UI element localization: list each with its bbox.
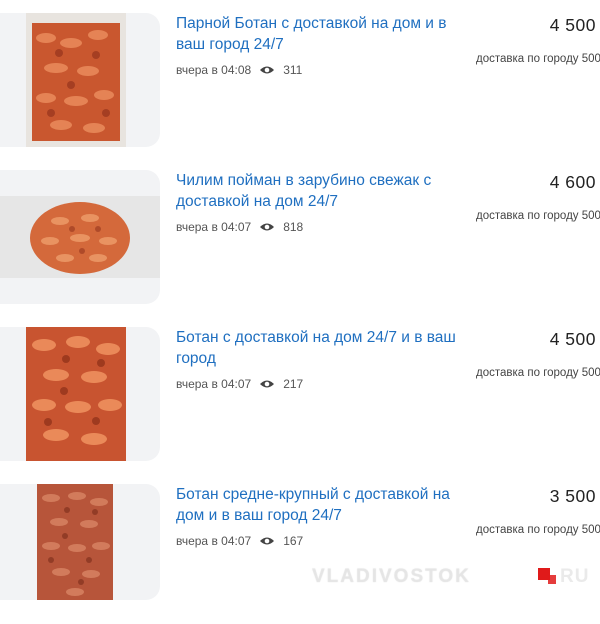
listing-time: вчера в 04:07 [176,377,252,391]
listing-photo-frame[interactable] [0,13,160,147]
listing-card[interactable]: Чилим пойман в зарубино свежак с доставк… [0,170,600,310]
listing-meta: вчера в 04:07 167 [176,534,303,548]
eye-icon [260,380,275,388]
listing-photo[interactable] [37,484,113,600]
listing-time: вчера в 04:07 [176,534,252,548]
watermark-suffix: RU [560,566,590,587]
listing-views: 311 [283,63,303,77]
listing-delivery: доставка по городу 500 [476,210,600,222]
listing-views: 167 [283,534,304,548]
listing-price: 3 500 [549,486,596,506]
listing-meta: вчера в 04:08 311 [176,63,302,77]
listing-time: вчера в 04:07 [176,220,252,234]
listing-card[interactable]: Ботан с доставкой на дом 24/7 и в ваш го… [0,327,600,467]
listing-title[interactable]: Ботан с доставкой на дом 24/7 и в ваш го… [176,327,466,369]
listing-photo-frame[interactable] [0,484,160,600]
listing-time: вчера в 04:08 [176,63,252,77]
eye-icon [260,66,275,74]
listing-photo[interactable] [26,327,126,461]
listing-photo[interactable] [26,13,126,147]
listing-card[interactable]: Ботан средне-крупный с доставкой на дом … [0,484,600,624]
eye-icon [260,223,275,231]
listing-delivery: доставка по городу 500 [476,367,600,379]
listing-card[interactable]: Парной Ботан с доставкой на дом и в ваш … [0,13,600,153]
listing-delivery: доставка по городу 500 [476,53,600,65]
watermark-text: VLADIVOSTOK [312,566,471,587]
listing-views: 818 [283,220,304,234]
listing-meta: вчера в 04:07 217 [176,377,303,391]
listing-title[interactable]: Чилим пойман в зарубино свежак с доставк… [176,170,466,212]
listing-photo-frame[interactable] [0,170,160,304]
listing-title[interactable]: Парной Ботан с доставкой на дом и в ваш … [176,13,466,55]
listing-price: 4 500 [549,15,596,35]
eye-icon [260,537,275,545]
red-square-logo-icon [538,568,556,584]
listing-meta: вчера в 04:07 818 [176,220,303,234]
listing-price: 4 600 [549,172,596,192]
listing-delivery: доставка по городу 500 [476,524,600,536]
listing-views: 217 [283,377,304,391]
listing-photo-frame[interactable] [0,327,160,461]
listing-title[interactable]: Ботан средне-крупный с доставкой на дом … [176,484,466,526]
listing-photo[interactable] [0,196,160,278]
listing-price: 4 500 [549,329,596,349]
